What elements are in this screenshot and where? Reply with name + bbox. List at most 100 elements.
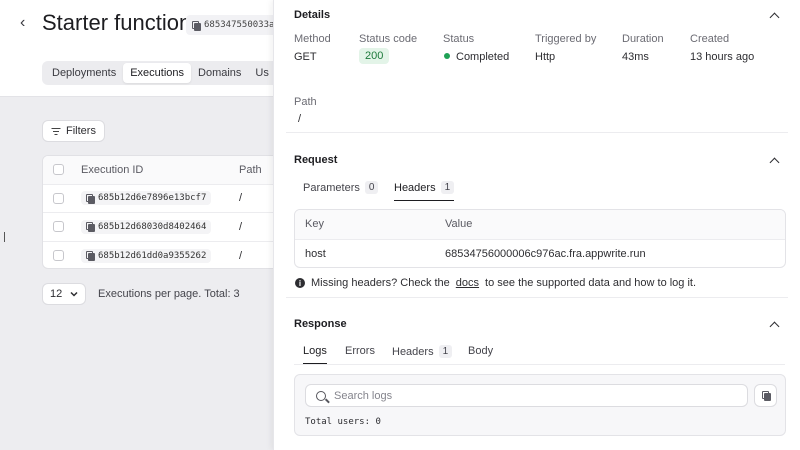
row-checkbox[interactable] — [53, 192, 64, 204]
tab-headers[interactable]: Headers 1 — [394, 181, 455, 201]
copy-icon — [86, 193, 95, 204]
count-badge: 1 — [440, 181, 455, 194]
filters-label: Filters — [66, 125, 96, 137]
execution-id-chip[interactable]: 685b12d68030d8402464 — [81, 219, 212, 234]
table-header-row: Key Value — [295, 210, 785, 240]
execution-path: / — [239, 249, 243, 262]
column-header-key: Key — [305, 218, 324, 231]
pagination-label: Executions per page. Total: 3 — [98, 288, 240, 300]
tab-domains[interactable]: Domains — [191, 63, 248, 83]
column-header-path: Path — [239, 163, 262, 176]
per-page-select[interactable]: 12 — [42, 283, 86, 305]
divider — [286, 297, 788, 298]
tab-logs[interactable]: Logs — [303, 345, 327, 364]
count-badge: 0 — [364, 181, 379, 194]
tab-deployments[interactable]: Deployments — [45, 63, 123, 83]
page-title: Starter function — [42, 10, 192, 35]
header-value: 68534756000006c976ac.fra.appwrite.run — [445, 248, 646, 261]
status-code-badge: 200 — [359, 48, 390, 64]
filter-icon — [51, 127, 60, 135]
function-id-text: 685347550033a — [204, 20, 275, 30]
collapse-request-icon[interactable] — [769, 157, 780, 168]
column-header-value: Value — [445, 218, 473, 231]
tab-executions[interactable]: Executions — [123, 63, 192, 83]
row-checkbox[interactable] — [53, 221, 64, 233]
docs-link[interactable]: docs — [456, 277, 479, 289]
select-all-checkbox[interactable] — [53, 164, 64, 176]
chevron-down-icon — [70, 291, 78, 297]
triggered-by-value: Http — [535, 51, 556, 63]
copy-logs-button[interactable] — [754, 384, 777, 407]
table-row[interactable]: 685b12d68030d8402464 / — [43, 213, 281, 242]
execution-id: 685b12d61dd0a9355262 — [98, 250, 207, 261]
function-id-chip[interactable]: 685347550033a — [186, 15, 286, 35]
copy-icon — [86, 251, 95, 261]
pagination: 12 Executions per page. Total: 3 — [42, 283, 240, 305]
search-icon — [316, 390, 326, 401]
created-value: 13 hours ago — [690, 51, 755, 63]
tab-body[interactable]: Body — [468, 345, 493, 363]
table-row: host 68534756000006c976ac.fra.appwrite.r… — [295, 240, 785, 268]
count-badge: 1 — [438, 345, 453, 358]
table-row[interactable]: 685b12d6e7896e13bcf7 / — [43, 185, 281, 213]
info-icon: i — [295, 278, 305, 288]
tab-errors[interactable]: Errors — [345, 345, 375, 363]
page-tabs: Deployments Executions Domains Us — [42, 61, 282, 85]
status-dot-icon — [444, 53, 450, 59]
execution-id-chip[interactable]: 685b12d6e7896e13bcf7 — [81, 191, 212, 205]
status-label: Status — [443, 33, 475, 45]
request-headers-table: Key Value host 68534756000006c976ac.fra.… — [294, 209, 786, 268]
created-label: Created — [690, 33, 730, 45]
request-title: Request — [294, 154, 338, 166]
tab-response-headers[interactable]: Headers 1 — [392, 345, 453, 364]
table-row[interactable]: 685b12d61dd0a9355262 / — [43, 242, 281, 269]
details-title: Details — [294, 9, 331, 21]
copy-icon — [761, 391, 771, 401]
divider — [294, 364, 785, 365]
triggered-by-label: Triggered by — [535, 33, 597, 45]
execution-id-chip[interactable]: 685b12d61dd0a9355262 — [81, 248, 212, 263]
tab-label: Body — [468, 345, 494, 357]
duration-label: Duration — [622, 33, 664, 45]
tab-label: Logs — [303, 345, 327, 357]
status-code-label: Status code — [359, 33, 418, 45]
header-key: host — [305, 248, 326, 261]
copy-icon — [192, 20, 201, 31]
tab-parameters[interactable]: Parameters 0 — [303, 181, 379, 200]
copy-icon — [86, 222, 95, 232]
tab-label: Headers — [394, 181, 436, 194]
collapse-response-icon[interactable] — [769, 321, 780, 332]
response-title: Response — [294, 318, 347, 330]
logs-panel: Total users: 0 — [294, 374, 786, 436]
method-value: GET — [294, 51, 317, 63]
table-header-row: Execution ID Path — [43, 156, 281, 185]
search-logs-input[interactable] — [334, 389, 714, 402]
divider — [286, 132, 788, 133]
log-output: Total users: 0 — [305, 417, 381, 427]
row-checkbox[interactable] — [53, 250, 64, 262]
path-value: / — [298, 113, 302, 125]
missing-headers-info: i Missing headers? Check the docs to see… — [295, 277, 696, 289]
method-label: Method — [294, 33, 331, 45]
tab-usage[interactable]: Us — [248, 63, 275, 83]
execution-id: 685b12d68030d8402464 — [98, 221, 207, 232]
tab-label: Errors — [345, 345, 375, 357]
status-text: Completed — [456, 51, 510, 63]
back-icon[interactable]: ‹ — [20, 14, 25, 32]
status-value: Completed — [444, 51, 509, 63]
tab-label: Parameters — [303, 181, 360, 194]
per-page-value: 12 — [50, 288, 63, 300]
duration-value: 43ms — [622, 51, 649, 63]
filters-button[interactable]: Filters — [42, 120, 105, 142]
info-text-after: to see the supported data and how to log… — [485, 277, 697, 289]
column-header-execution-id: Execution ID — [81, 163, 144, 176]
execution-path: / — [239, 220, 243, 233]
collapse-details-icon[interactable] — [769, 12, 780, 23]
text-cursor — [4, 232, 5, 242]
path-label: Path — [294, 96, 317, 108]
execution-details-panel: Details Method Status code Status Trigge… — [273, 0, 800, 450]
execution-path: / — [239, 192, 243, 205]
search-logs-field[interactable] — [305, 384, 748, 407]
executions-table: Execution ID Path 685b12d6e7896e13bcf7 /… — [42, 155, 282, 269]
tab-label: Headers — [392, 345, 434, 358]
